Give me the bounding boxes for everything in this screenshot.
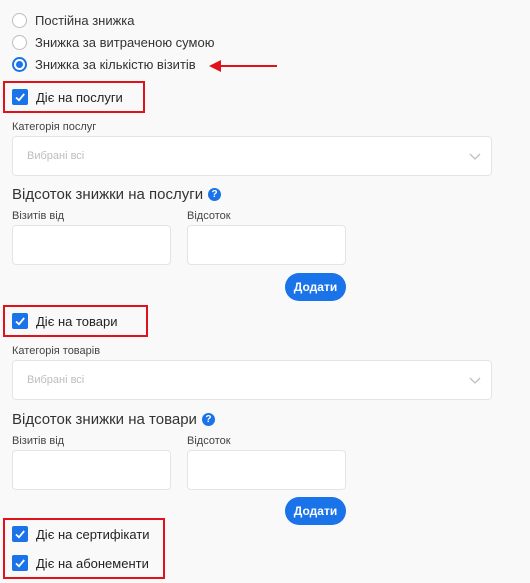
radio-button[interactable] <box>12 12 27 28</box>
section-title-text: Відсоток знижки на товари <box>12 411 197 428</box>
products-category-select[interactable]: Вибрані всі <box>12 360 492 400</box>
services-percent-input[interactable] <box>187 225 346 265</box>
products-percent-label: Відсоток <box>187 435 231 447</box>
services-percent-label: Відсоток <box>187 210 231 222</box>
radio-label: Знижка за кількістю візитів <box>35 56 196 72</box>
radio-label: Знижка за витраченою сумою <box>35 34 215 50</box>
products-category-label: Категорія товарів <box>12 345 101 357</box>
section-title-text: Відсоток знижки на послуги <box>12 186 204 203</box>
products-add-button[interactable]: Додати <box>285 497 346 525</box>
services-visits-from-label: Візитів від <box>12 210 65 222</box>
checkbox[interactable] <box>12 89 28 105</box>
check-icon <box>15 559 25 568</box>
radio-visits-count-discount[interactable]: Знижка за кількістю візитів <box>12 54 196 74</box>
checkbox-label: Діє на товари <box>36 313 118 329</box>
checkbox-products[interactable]: Діє на товари <box>12 311 117 331</box>
checkbox-label: Діє на послуги <box>36 89 123 105</box>
chevron-down-icon <box>469 377 481 384</box>
check-icon <box>15 317 25 326</box>
select-value: Вибрані всі <box>27 150 85 162</box>
checkbox[interactable] <box>12 526 28 542</box>
checkbox-label: Діє на абонементи <box>36 555 149 571</box>
radio-button-selected[interactable] <box>12 56 27 72</box>
chevron-down-icon <box>469 153 481 160</box>
check-icon <box>15 93 25 102</box>
services-category-select[interactable]: Вибрані всі <box>12 136 492 176</box>
services-visits-from-input[interactable] <box>12 225 171 265</box>
select-value: Вибрані всі <box>27 374 85 386</box>
checkbox[interactable] <box>12 313 28 329</box>
checkbox-label: Діє на сертифікати <box>36 526 150 542</box>
radio-label: Постійна знижка <box>35 12 135 28</box>
checkbox-certificates[interactable]: Діє на сертифікати <box>12 524 150 544</box>
checkbox-services[interactable]: Діє на послуги <box>12 87 123 107</box>
radio-permanent-discount[interactable]: Постійна знижка <box>12 10 135 30</box>
products-visits-from-input[interactable] <box>12 450 171 490</box>
help-icon[interactable]: ? <box>201 413 215 426</box>
services-percent-title: Відсоток знижки на послуги ? <box>12 186 222 203</box>
services-category-label: Категорія послуг <box>12 121 97 133</box>
products-visits-from-label: Візитів від <box>12 435 65 447</box>
services-add-button[interactable]: Додати <box>285 273 346 301</box>
checkbox-subscriptions[interactable]: Діє на абонементи <box>12 553 149 573</box>
check-icon <box>15 530 25 539</box>
checkbox[interactable] <box>12 555 28 571</box>
products-percent-title: Відсоток знижки на товари ? <box>12 411 215 428</box>
radio-spent-amount-discount[interactable]: Знижка за витраченою сумою <box>12 32 214 52</box>
red-arrow-annotation <box>209 60 277 72</box>
radio-button[interactable] <box>12 34 27 50</box>
products-percent-input[interactable] <box>187 450 346 490</box>
help-icon[interactable]: ? <box>208 188 222 201</box>
